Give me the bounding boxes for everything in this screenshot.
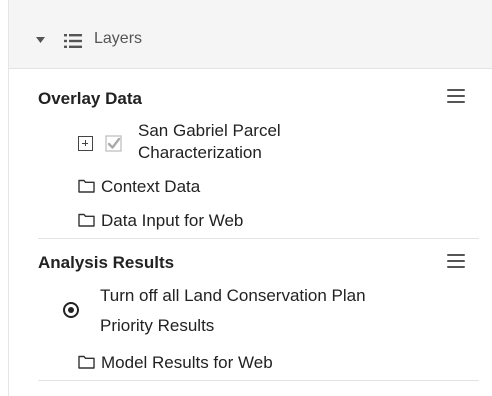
layer-label-line2[interactable]: Characterization [138,142,262,164]
radio-selected-icon[interactable] [63,302,79,318]
radio-label-line1[interactable]: Turn off all Land Conservation Plan [100,285,366,307]
folder-label-context-data[interactable]: Context Data [101,176,200,198]
checkbox-checked-icon[interactable] [105,135,122,152]
group-title-analysis-results: Analysis Results [38,253,175,272]
list-icon [64,34,82,48]
group-divider [38,238,479,239]
folder-label-model-results-for-web[interactable]: Model Results for Web [101,352,273,374]
folder-icon[interactable] [78,179,95,193]
hamburger-icon[interactable] [447,254,465,269]
radio-label-line2[interactable]: Priority Results [100,315,214,337]
hamburger-icon[interactable] [447,89,465,104]
folder-icon[interactable] [78,355,95,369]
panel-title: Layers [94,30,143,47]
folder-label-data-input-for-web[interactable]: Data Input for Web [101,210,243,232]
caret-down-icon[interactable] [36,37,45,43]
group-title-overlay-data: Overlay Data [38,89,142,108]
layers-panel: Layers Overlay Data San Gabriel Parcel C… [9,0,492,396]
layers-panel-header[interactable]: Layers [9,0,492,69]
layer-label-line1[interactable]: San Gabriel Parcel [138,120,281,142]
folder-icon[interactable] [78,213,95,227]
group-divider [38,380,479,381]
expand-plus-icon[interactable] [78,136,93,151]
